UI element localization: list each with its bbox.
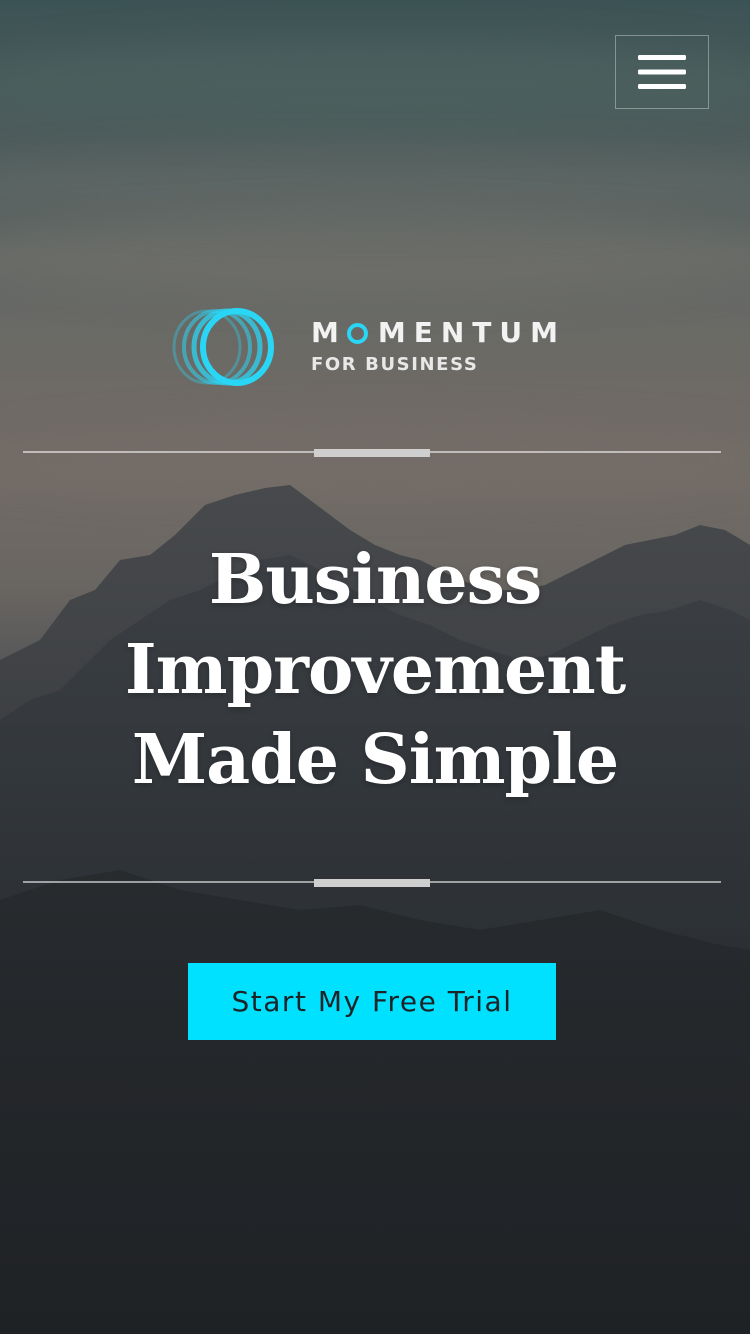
top-divider-accent [314,449,430,457]
hero-headline: Business Improvement Made Simple [40,535,710,805]
brand-name-initial: M [311,316,347,349]
brand-logo[interactable]: M MENTUM FOR BUSINESS [165,305,585,390]
brand-o-ring-icon [346,323,368,344]
headline-line-1: Business [208,540,542,620]
brand-name-rest: MENTUM [377,316,566,349]
menu-button[interactable] [615,35,709,109]
brand-name: M MENTUM [311,318,566,348]
headline-line-2: Improvement [124,630,626,710]
bottom-divider-accent [314,879,430,887]
hamburger-menu-icon [638,55,686,89]
momentum-rings-logo-icon [172,308,274,386]
start-free-trial-button[interactable]: Start My Free Trial [188,963,556,1040]
brand-tagline: FOR BUSINESS [311,354,479,375]
headline-line-3: Made Simple [131,720,619,800]
